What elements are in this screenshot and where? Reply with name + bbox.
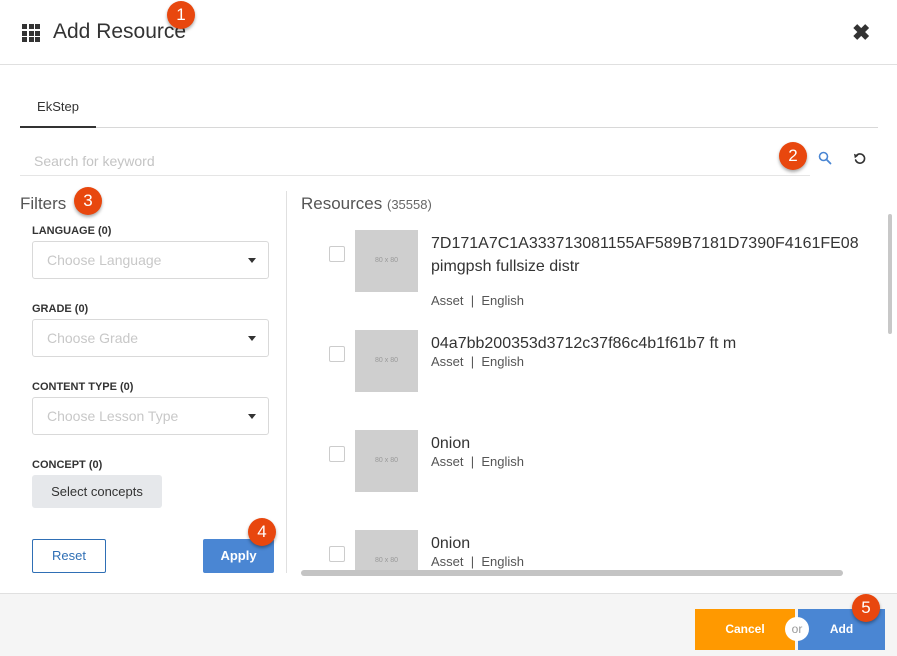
resource-language: English [481,293,525,308]
meta-separator: | [470,454,475,469]
filters-title: Filters [20,194,67,213]
resource-checkbox[interactable] [329,346,345,362]
resource-language: English [481,354,525,369]
meta-separator: | [470,354,475,369]
resource-language: English [481,454,525,469]
resources-count: (35558) [387,197,432,212]
resource-checkbox[interactable] [329,546,345,562]
grid-icon [22,24,40,42]
resources-title-label: Resources [301,194,383,213]
search-icon[interactable] [818,151,832,165]
resource-item[interactable]: 80 x 80 0nion Asset | English [301,530,897,571]
resource-checkbox[interactable] [329,246,345,262]
refresh-icon[interactable] [853,151,867,165]
resource-checkbox[interactable] [329,446,345,462]
source-tabs: EkStep [20,90,878,128]
annotation-badge: 3 [74,187,102,215]
resource-meta: Asset | English [431,293,524,308]
resource-type: Asset [431,354,464,369]
language-filter-label: LANGUAGE (0) [32,225,112,237]
resource-list: 80 x 80 7D171A7C1A333713081155AF589B7181… [301,214,897,571]
language-select-placeholder: Choose Language [47,252,162,268]
resource-thumbnail: 80 x 80 [355,230,418,292]
grade-select-placeholder: Choose Grade [47,330,139,346]
resource-meta: Asset | English [431,554,524,569]
caret-down-icon [248,336,256,341]
search-input[interactable] [20,146,810,176]
meta-separator: | [470,293,475,308]
resource-language: English [481,554,525,569]
cancel-button[interactable]: Cancel [695,609,795,650]
resource-item[interactable]: 80 x 80 04a7bb200353d3712c37f86c4b1f61b7… [301,330,897,392]
resource-name: 04a7bb200353d3712c37f86c4b1f61b7 ft m [431,335,737,352]
resource-name: 0nion [431,535,471,552]
content-type-select-placeholder: Choose Lesson Type [47,408,179,424]
reset-button[interactable]: Reset [32,539,106,573]
annotation-badge: 2 [779,142,807,170]
resource-type: Asset [431,454,464,469]
caret-down-icon [248,414,256,419]
resource-meta: Asset | English [431,454,524,469]
vertical-scrollbar[interactable] [888,214,892,334]
grade-filter-label: GRADE (0) [32,303,89,315]
resource-type: Asset [431,293,464,308]
content-type-select[interactable]: Choose Lesson Type [32,397,269,435]
modal-title: Add Resource [53,20,187,43]
resource-item[interactable]: 80 x 80 7D171A7C1A333713081155AF589B7181… [301,230,897,308]
resource-name: 0nion [431,435,471,452]
concept-filter-label: CONCEPT (0) [32,459,103,471]
close-icon[interactable]: ✖ [852,20,870,46]
or-separator: or [785,617,809,641]
horizontal-scrollbar[interactable] [301,570,843,576]
caret-down-icon [248,258,256,263]
annotation-badge: 5 [852,594,880,622]
tab-ekstep[interactable]: EkStep [20,90,96,128]
select-concepts-button[interactable]: Select concepts [32,475,162,508]
resource-thumbnail: 80 x 80 [355,430,418,492]
annotation-badge: 4 [248,518,276,546]
resource-name: 7D171A7C1A333713081155AF589B7181D7390F41… [431,235,859,275]
panel-divider [286,191,287,573]
resource-type: Asset [431,554,464,569]
content-type-filter-label: CONTENT TYPE (0) [32,381,134,393]
resource-thumbnail: 80 x 80 [355,330,418,392]
meta-separator: | [470,554,475,569]
modal-header: Add Resource ✖ [0,0,897,65]
resource-item[interactable]: 80 x 80 0nion Asset | English [301,430,897,492]
resource-meta: Asset | English [431,354,524,369]
resources-title: Resources (35558) [301,194,432,214]
grade-select[interactable]: Choose Grade [32,319,269,357]
resource-thumbnail: 80 x 80 [355,530,418,571]
annotation-badge: 1 [167,1,195,29]
language-select[interactable]: Choose Language [32,241,269,279]
